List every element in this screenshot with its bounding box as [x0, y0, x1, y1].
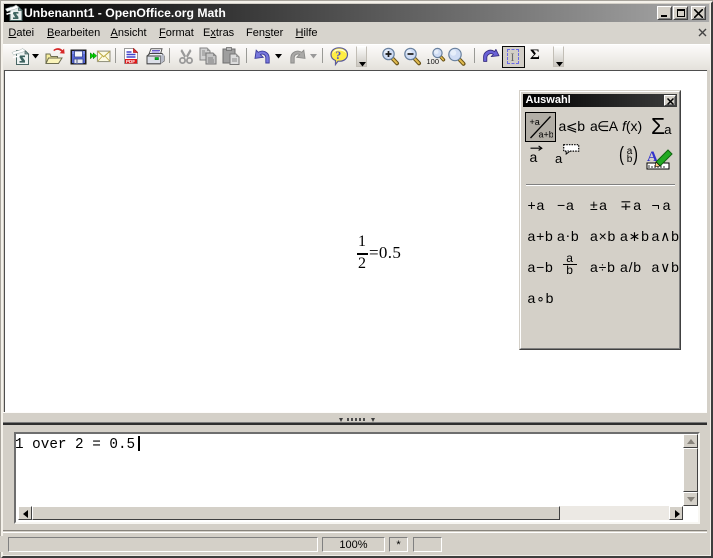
svg-text:100: 100: [427, 57, 440, 66]
svg-text:+a: +a: [530, 117, 540, 127]
svg-text:PDF: PDF: [126, 59, 135, 64]
svg-text:a+b: a+b: [539, 129, 554, 139]
svg-text:?: ?: [335, 48, 341, 62]
